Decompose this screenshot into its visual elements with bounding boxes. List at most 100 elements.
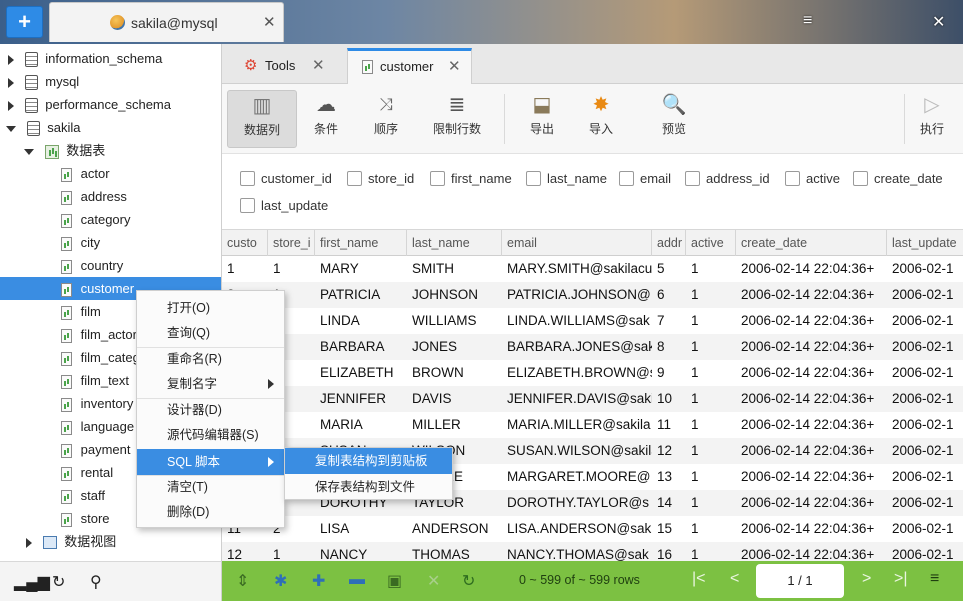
- table-cell[interactable]: 2006-02-14 22:04:36+: [736, 516, 887, 542]
- table-cell[interactable]: 1: [686, 438, 736, 464]
- checkbox-icon[interactable]: [619, 171, 634, 186]
- close-icon[interactable]: ✕: [312, 48, 325, 84]
- filter-button[interactable]: ☁ 条件: [302, 90, 350, 148]
- table-cell[interactable]: SMITH: [407, 256, 502, 282]
- table-cell[interactable]: 2006-02-1: [887, 256, 963, 282]
- table-cell[interactable]: 11: [652, 412, 686, 438]
- table-cell[interactable]: 2006-02-1: [887, 464, 963, 490]
- signal-icon[interactable]: ▂▄▆: [14, 572, 50, 592]
- table-row[interactable]: 71MARIAMILLERMARIA.MILLER@sakila1112006-…: [222, 412, 963, 438]
- table-cell[interactable]: MARIA.MILLER@sakila: [502, 412, 652, 438]
- table-cell[interactable]: 16: [652, 542, 686, 561]
- table-cell[interactable]: MARIA: [315, 412, 407, 438]
- menu-item-copy-structure[interactable]: 复制表结构到剪贴板: [285, 448, 452, 474]
- checkbox-icon[interactable]: [347, 171, 362, 186]
- table-cell[interactable]: 5: [652, 256, 686, 282]
- column-header[interactable]: first_name: [315, 230, 407, 256]
- remove-row-icon[interactable]: ▬: [349, 571, 365, 589]
- table-cell[interactable]: 2006-02-1: [887, 412, 963, 438]
- table-cell[interactable]: MARY.SMITH@sakilacu: [502, 256, 652, 282]
- table-cell[interactable]: BARBARA.JONES@saki: [502, 334, 652, 360]
- table-cell[interactable]: NANCY: [315, 542, 407, 561]
- table-row[interactable]: 1 1 MARY SMITH MARY.SMITH@sakilacu 5 1 2006-02-…: [222, 256, 963, 282]
- menu-icon[interactable]: ≡: [930, 570, 939, 588]
- menu-item-designer[interactable]: 设计器(D): [137, 398, 284, 422]
- tree-item-performance-schema[interactable]: performance_schema: [0, 93, 221, 116]
- limit-rows-button[interactable]: ≣ 限制行数: [427, 90, 487, 148]
- tree-item-table[interactable]: category: [0, 208, 221, 231]
- table-cell[interactable]: 2006-02-1: [887, 308, 963, 334]
- table-cell[interactable]: 2006-02-1: [887, 282, 963, 308]
- table-cell[interactable]: 1: [686, 386, 736, 412]
- checkbox-icon[interactable]: [240, 171, 255, 186]
- table-cell[interactable]: WILLIAMS: [407, 308, 502, 334]
- table-cell[interactable]: 2006-02-1: [887, 386, 963, 412]
- table-cell[interactable]: 9: [652, 360, 686, 386]
- table-cell[interactable]: MILLER: [407, 412, 502, 438]
- table-cell[interactable]: 1: [222, 256, 268, 282]
- table-cell[interactable]: 2006-02-14 22:04:36+: [736, 282, 887, 308]
- table-cell[interactable]: DOROTHY.TAYLOR@s: [502, 490, 652, 516]
- last-page-icon[interactable]: >|: [894, 570, 908, 588]
- table-cell[interactable]: 12: [222, 542, 268, 561]
- table-cell[interactable]: LISA: [315, 516, 407, 542]
- checkbox-icon[interactable]: [430, 171, 445, 186]
- table-cell[interactable]: JENNIFER.DAVIS@saki: [502, 386, 652, 412]
- menu-item-save-structure[interactable]: 保存表结构到文件: [285, 474, 452, 500]
- table-cell[interactable]: 2006-02-14 22:04:36+: [736, 308, 887, 334]
- table-cell[interactable]: 2006-02-14 22:04:36+: [736, 438, 887, 464]
- table-cell[interactable]: JONES: [407, 334, 502, 360]
- table-cell[interactable]: 2006-02-14 22:04:36+: [736, 360, 887, 386]
- menu-item-rename[interactable]: 重命名(R): [137, 347, 284, 371]
- table-cell[interactable]: THOMAS: [407, 542, 502, 561]
- table-cell[interactable]: 1: [686, 412, 736, 438]
- table-cell[interactable]: 2006-02-14 22:04:36+: [736, 412, 887, 438]
- table-cell[interactable]: BARBARA: [315, 334, 407, 360]
- table-row[interactable]: 21PATRICIAJOHNSONPATRICIA.JOHNSON@612006…: [222, 282, 963, 308]
- table-cell[interactable]: 1: [686, 464, 736, 490]
- table-cell[interactable]: 2006-02-14 22:04:36+: [736, 386, 887, 412]
- table-cell[interactable]: 2006-02-1: [887, 542, 963, 561]
- tree-item-table[interactable]: actor: [0, 162, 221, 185]
- collapse-icon[interactable]: [6, 125, 16, 132]
- menu-item-copy-name[interactable]: 复制名字: [137, 372, 284, 396]
- table-cell[interactable]: 1: [686, 334, 736, 360]
- settings-icon[interactable]: ✱: [274, 571, 287, 591]
- first-page-icon[interactable]: |<: [692, 570, 706, 588]
- column-header[interactable]: addr: [652, 230, 686, 256]
- menu-item-truncate[interactable]: 清空(T): [137, 475, 284, 499]
- tab-customer[interactable]: customer ✕: [347, 48, 472, 84]
- tab-tools[interactable]: ⚙ Tools ✕: [240, 48, 346, 84]
- search-icon[interactable]: ⚲: [90, 572, 102, 592]
- tree-item-tables-folder[interactable]: 数据表: [0, 139, 221, 162]
- table-cell[interactable]: LISA.ANDERSON@sak: [502, 516, 652, 542]
- export-button[interactable]: ⬓ 导出: [518, 90, 566, 148]
- column-checkbox[interactable]: create_date: [853, 170, 943, 188]
- table-cell[interactable]: MARGARET.MOORE@: [502, 464, 652, 490]
- menu-item-source-editor[interactable]: 源代码编辑器(S): [137, 423, 284, 447]
- column-checkbox[interactable]: store_id: [347, 170, 414, 188]
- table-cell[interactable]: PATRICIA.JOHNSON@: [502, 282, 652, 308]
- checkbox-icon[interactable]: [853, 171, 868, 186]
- table-cell[interactable]: JENNIFER: [315, 386, 407, 412]
- table-cell[interactable]: PATRICIA: [315, 282, 407, 308]
- columns-button[interactable]: ▥ 数据列: [227, 90, 297, 148]
- table-cell[interactable]: 1: [686, 490, 736, 516]
- table-cell[interactable]: 2006-02-1: [887, 438, 963, 464]
- collapse-icon[interactable]: [24, 148, 34, 155]
- table-cell[interactable]: 2006-02-1: [887, 516, 963, 542]
- table-cell[interactable]: JOHNSON: [407, 282, 502, 308]
- table-cell[interactable]: 2006-02-14 22:04:36+: [736, 256, 887, 282]
- table-cell[interactable]: 2006-02-14 22:04:36+: [736, 464, 887, 490]
- table-cell[interactable]: 12: [652, 438, 686, 464]
- next-page-icon[interactable]: >: [862, 570, 871, 588]
- column-header[interactable]: custo: [222, 230, 268, 256]
- table-cell[interactable]: ANDERSON: [407, 516, 502, 542]
- checkbox-icon[interactable]: [526, 171, 541, 186]
- column-checkbox[interactable]: last_name: [526, 170, 607, 188]
- tree-item-sakila[interactable]: sakila: [0, 116, 221, 139]
- table-cell[interactable]: 1: [686, 282, 736, 308]
- page-indicator[interactable]: 1 / 1: [756, 564, 844, 598]
- table-cell[interactable]: 14: [652, 490, 686, 516]
- table-cell[interactable]: ELIZABETH: [315, 360, 407, 386]
